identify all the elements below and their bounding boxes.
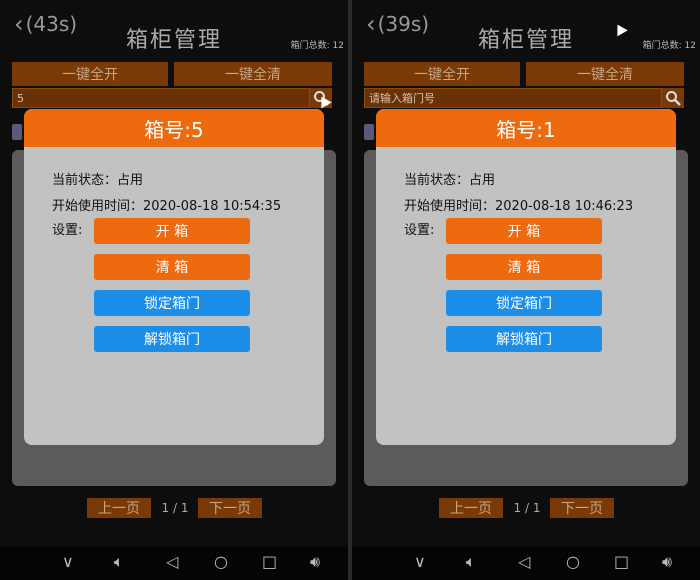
system-nav-bar: ∨ 🔈︎ ◁ ○ □ 🔊︎	[0, 546, 348, 580]
start-time-row: 开始使用时间：2020-08-18 10:46:23	[404, 195, 633, 214]
search-icon	[666, 91, 681, 106]
nav-home-icon[interactable]: ○	[214, 552, 228, 571]
nav-collapse-icon[interactable]: ∨	[414, 552, 426, 571]
nav-home-icon[interactable]: ○	[566, 552, 580, 571]
next-page-button[interactable]: 下一页	[198, 498, 262, 518]
settings-label: 设置:	[52, 223, 83, 238]
unlock-door-button[interactable]: 解锁箱门	[94, 326, 250, 352]
page-indicator: 1 / 1	[513, 501, 541, 515]
volume-up-icon[interactable]: 🔊︎	[662, 552, 672, 572]
phone-screen-1: ‹ (43s) 箱柜管理 箱门总数: 12 一键全开 一键全清 箱号:5 当前状…	[0, 0, 348, 580]
open-box-button[interactable]: 开 箱	[446, 218, 602, 244]
search-button[interactable]	[662, 88, 684, 108]
status-value: 占用	[469, 173, 496, 188]
start-time-label: 开始使用时间：	[404, 199, 496, 214]
next-page-button[interactable]: 下一页	[550, 498, 614, 518]
total-doors-label: 箱门总数: 12	[290, 41, 344, 51]
status-label: 当前状态：	[52, 173, 118, 188]
status-label: 当前状态：	[404, 173, 470, 188]
box-detail-dialog: 箱号:5 当前状态：占用 开始使用时间：2020-08-18 10:54:35 …	[24, 109, 324, 445]
unlock-door-button[interactable]: 解锁箱门	[446, 326, 602, 352]
prev-page-button[interactable]: 上一页	[439, 498, 503, 518]
status-row: 当前状态：占用	[404, 169, 495, 188]
settings-label: 设置:	[404, 223, 435, 238]
search-field	[12, 88, 310, 108]
search-field	[364, 88, 662, 108]
nav-back-icon[interactable]: ◁	[166, 552, 178, 571]
start-time-row: 开始使用时间：2020-08-18 10:54:35	[52, 195, 281, 214]
open-all-button[interactable]: 一键全开	[12, 62, 168, 86]
start-time-value: 2020-08-18 10:54:35	[143, 199, 282, 214]
clear-all-button[interactable]: 一键全清	[526, 62, 684, 86]
open-box-button[interactable]: 开 箱	[94, 218, 250, 244]
nav-collapse-icon[interactable]: ∨	[62, 552, 74, 571]
search-input[interactable]	[365, 91, 661, 105]
dialog-title: 箱号:5	[24, 109, 324, 147]
clear-box-button[interactable]: 清 箱	[446, 254, 602, 280]
prev-page-button[interactable]: 上一页	[87, 498, 151, 518]
open-all-button[interactable]: 一键全开	[364, 62, 520, 86]
side-tab[interactable]	[12, 124, 22, 140]
search-input[interactable]	[13, 91, 309, 105]
phone-screen-2: ‹ (39s) 箱柜管理 箱门总数: 12 一键全开 一键全清 箱号:1 当前状…	[352, 0, 700, 580]
volume-down-icon[interactable]: 🔈︎	[114, 552, 124, 572]
lock-door-button[interactable]: 锁定箱门	[446, 290, 602, 316]
volume-down-icon[interactable]: 🔈︎	[466, 552, 476, 572]
lock-door-button[interactable]: 锁定箱门	[94, 290, 250, 316]
status-value: 占用	[117, 173, 144, 188]
dialog-title: 箱号:1	[376, 109, 676, 147]
clear-box-button[interactable]: 清 箱	[94, 254, 250, 280]
nav-back-icon[interactable]: ◁	[518, 552, 530, 571]
side-tab[interactable]	[364, 124, 374, 140]
volume-up-icon[interactable]: 🔊︎	[310, 552, 320, 572]
total-doors-label: 箱门总数: 12	[642, 41, 696, 51]
nav-recents-icon[interactable]: □	[262, 552, 277, 571]
status-row: 当前状态：占用	[52, 169, 143, 188]
box-detail-dialog: 箱号:1 当前状态：占用 开始使用时间：2020-08-18 10:46:23 …	[376, 109, 676, 445]
start-time-value: 2020-08-18 10:46:23	[495, 199, 634, 214]
nav-recents-icon[interactable]: □	[614, 552, 629, 571]
start-time-label: 开始使用时间：	[52, 199, 144, 214]
clear-all-button[interactable]: 一键全清	[174, 62, 332, 86]
system-nav-bar: ∨ 🔈︎ ◁ ○ □ 🔊︎	[352, 546, 700, 580]
page-indicator: 1 / 1	[161, 501, 189, 515]
